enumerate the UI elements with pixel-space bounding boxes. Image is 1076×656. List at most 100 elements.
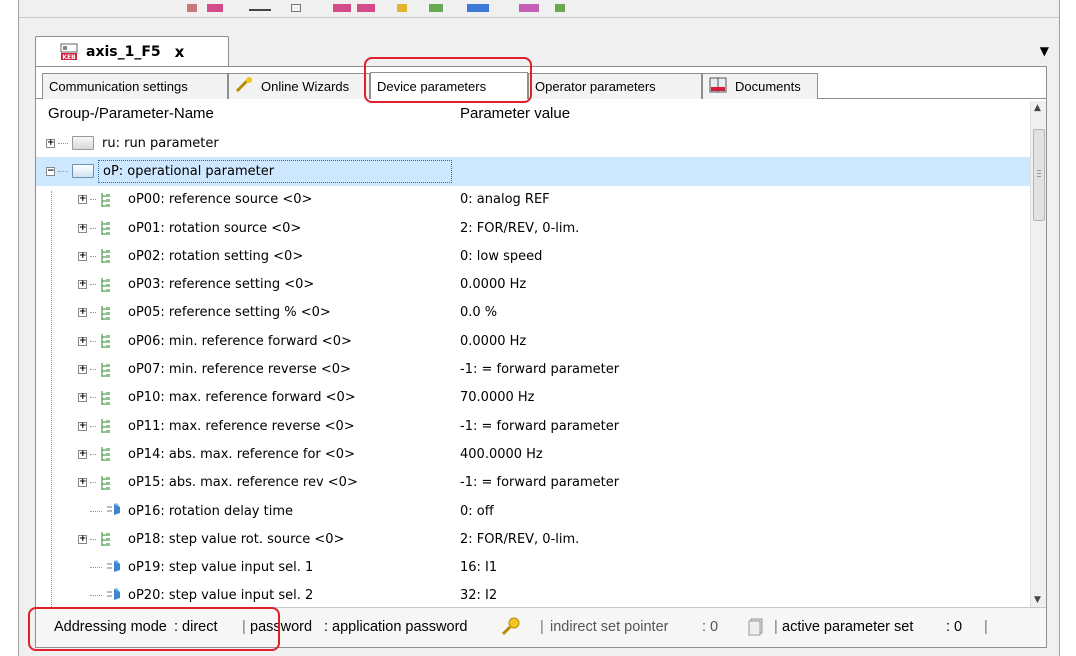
password-value: : application password xyxy=(324,619,468,635)
column-header-name[interactable]: Group-/Parameter-Name xyxy=(48,105,214,122)
toolbar-icon[interactable] xyxy=(555,4,565,12)
parameter-row[interactable]: + oP02: rotation setting <0> 0: low speed xyxy=(36,242,1032,270)
expand-icon[interactable]: + xyxy=(78,251,87,261)
toolbar-icon[interactable] xyxy=(187,4,197,12)
parameter-tree-icon xyxy=(100,418,114,434)
close-icon[interactable]: x xyxy=(175,43,185,61)
expand-icon[interactable]: + xyxy=(46,138,55,148)
parameter-value[interactable]: -1: = forward parameter xyxy=(460,419,619,434)
parameter-tree-icon xyxy=(100,390,114,406)
expand-icon[interactable]: + xyxy=(78,280,87,290)
parameter-value[interactable]: 0.0000 Hz xyxy=(460,277,526,292)
parameter-value[interactable]: 400.0000 Hz xyxy=(460,447,543,462)
parameter-row[interactable]: + oP11: max. reference reverse <0> -1: = f… xyxy=(36,412,1032,440)
parameter-row[interactable]: + oP03: reference setting <0> 0.0000 Hz xyxy=(36,270,1032,298)
toolbar-icon[interactable] xyxy=(467,4,489,12)
parameter-row[interactable]: + oP01: rotation source <0> 2: FOR/REV, 0-… xyxy=(36,214,1032,242)
expand-icon[interactable]: + xyxy=(78,478,87,488)
parameter-name: oP: operational parameter xyxy=(98,159,452,183)
toolbar-icon[interactable] xyxy=(429,4,443,12)
row-name-cell: + oP05: reference setting % <0> xyxy=(78,299,331,327)
parameter-row[interactable]: + oP07: min. reference reverse <0> -1: = f… xyxy=(36,355,1032,383)
parameter-value[interactable]: 0.0 % xyxy=(460,305,497,320)
document-tab[interactable]: KEB axis_1_F5 x xyxy=(35,36,229,66)
collapse-icon[interactable]: − xyxy=(46,166,55,176)
parameter-name: oP03: reference setting <0> xyxy=(128,277,315,293)
parameter-value[interactable]: 70.0000 Hz xyxy=(460,390,535,405)
parameter-name: oP20: step value input sel. 2 xyxy=(128,588,314,604)
parameter-row[interactable]: + oP14: abs. max. reference for <0> 400.00… xyxy=(36,440,1032,468)
tab-online-wizards[interactable]: Online Wizards xyxy=(228,73,370,99)
toolbar-icon[interactable] xyxy=(249,9,271,11)
toolbar-icon[interactable] xyxy=(291,4,301,12)
expand-icon[interactable]: + xyxy=(78,449,87,459)
expand-icon[interactable]: + xyxy=(78,393,87,403)
parameter-tree-icon xyxy=(100,475,114,491)
tab-communication-settings[interactable]: Communication settings xyxy=(42,73,228,99)
parameter-name: oP14: abs. max. reference for <0> xyxy=(128,446,355,462)
document-tab-title: axis_1_F5 xyxy=(86,43,161,60)
row-name-cell: − oP: operational parameter xyxy=(46,157,452,185)
parameter-row[interactable]: + oP10: max. reference forward <0> 70.0000… xyxy=(36,384,1032,412)
parameter-tree-icon xyxy=(100,192,114,208)
parameter-value[interactable]: 32: I2 xyxy=(460,588,497,603)
expand-icon[interactable]: + xyxy=(78,223,87,233)
parameter-row[interactable]: oP19: step value input sel. 1 16: I1 xyxy=(36,553,1032,581)
parameter-value[interactable]: -1: = forward parameter xyxy=(460,475,619,490)
expand-icon[interactable]: + xyxy=(78,421,87,431)
scroll-down-icon[interactable]: ▼ xyxy=(1034,595,1041,605)
parameter-row[interactable]: + oP05: reference setting % <0> 0.0 % xyxy=(36,299,1032,327)
parameter-row[interactable]: + oP18: step value rot. source <0> 2: FOR/… xyxy=(36,525,1032,553)
expand-icon[interactable]: + xyxy=(78,336,87,346)
tab-list-dropdown-icon[interactable]: ▼ xyxy=(1040,44,1049,58)
toolbar-icon[interactable] xyxy=(207,4,223,12)
parameter-row[interactable]: oP20: step value input sel. 2 32: I2 xyxy=(36,582,1032,609)
parameter-value[interactable]: 16: I1 xyxy=(460,560,497,575)
parameter-row[interactable]: + oP15: abs. max. reference rev <0> -1: = … xyxy=(36,469,1032,497)
parameter-value[interactable]: 2: FOR/REV, 0-lim. xyxy=(460,532,579,547)
parameter-row[interactable]: oP16: rotation delay time 0: off xyxy=(36,497,1032,525)
parameter-value[interactable]: 0.0000 Hz xyxy=(460,334,526,349)
parameter-name: oP15: abs. max. reference rev <0> xyxy=(128,475,358,491)
parameter-value[interactable]: -1: = forward parameter xyxy=(460,362,619,377)
key-icon[interactable] xyxy=(500,616,522,640)
parameter-tree-icon xyxy=(100,531,114,547)
expand-icon[interactable]: + xyxy=(78,308,87,318)
column-header-value[interactable]: Parameter value xyxy=(460,105,570,122)
parameter-name: oP05: reference setting % <0> xyxy=(128,305,331,321)
row-name-cell: + oP07: min. reference reverse <0> xyxy=(78,355,351,383)
parameter-name: oP00: reference source <0> xyxy=(128,192,313,208)
row-name-cell: + oP11: max. reference reverse <0> xyxy=(78,412,355,440)
scrollbar-thumb[interactable] xyxy=(1033,129,1045,221)
toolbar-icon[interactable] xyxy=(333,4,351,12)
tab-operator-parameters[interactable]: Operator parameters xyxy=(528,73,702,99)
row-name-cell: + oP15: abs. max. reference rev <0> xyxy=(78,469,358,497)
parameter-tree-icon xyxy=(100,333,114,349)
tab-device-parameters[interactable]: Device parameters xyxy=(370,72,528,99)
parameter-tree-icon xyxy=(100,446,114,462)
expand-icon[interactable]: + xyxy=(78,534,87,544)
toolbar-icon[interactable] xyxy=(357,4,375,12)
value-parameter-icon xyxy=(106,502,122,520)
tab-label: Communication settings xyxy=(49,79,188,94)
parameter-value[interactable]: 2: FOR/REV, 0-lim. xyxy=(460,221,579,236)
parameter-value[interactable]: 0: low speed xyxy=(460,249,542,264)
tab-documents[interactable]: Documents xyxy=(702,73,818,99)
parameter-row[interactable]: + oP06: min. reference forward <0> 0.0000 … xyxy=(36,327,1032,355)
parameter-value[interactable]: 0: off xyxy=(460,504,494,519)
vertical-scrollbar[interactable]: ▲ ▼ xyxy=(1030,101,1046,607)
tree-group-row[interactable]: + ru: run parameter xyxy=(36,129,1032,157)
parameter-value[interactable]: 0: analog REF xyxy=(460,192,550,207)
expand-icon[interactable]: + xyxy=(78,365,87,375)
parameter-row[interactable]: + oP00: reference source <0> 0: analog REF xyxy=(36,186,1032,214)
value-parameter-icon xyxy=(106,559,122,577)
expand-icon[interactable]: + xyxy=(78,195,87,205)
parameter-tree-icon xyxy=(100,277,114,293)
toolbar-icon[interactable] xyxy=(519,4,539,12)
document-set-icon[interactable] xyxy=(748,618,764,640)
row-name-cell: + oP01: rotation source <0> xyxy=(78,214,301,242)
parameter-tree: + ru: run parameter − oP: operational param… xyxy=(36,129,1032,609)
toolbar-icon[interactable] xyxy=(397,4,407,12)
tree-group-row[interactable]: − oP: operational parameter xyxy=(36,157,1032,186)
scroll-up-icon[interactable]: ▲ xyxy=(1034,103,1041,113)
